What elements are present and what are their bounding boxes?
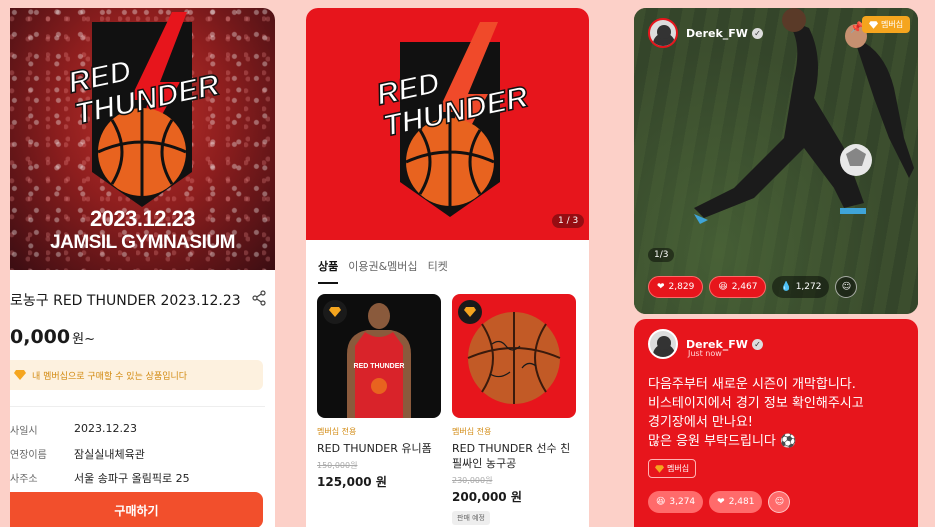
- membership-badge: 멤버십: [862, 16, 911, 33]
- shop-tabs: 상품 이용권&멤버십 티켓: [318, 258, 448, 284]
- author-name: Derek_FW: [686, 26, 748, 40]
- diamond-icon: [329, 307, 341, 317]
- reaction-laugh[interactable]: 😆 3,274: [648, 491, 704, 513]
- reaction-bar: ❤ 2,829 😆 2,467 💧 1,272 ☺: [648, 276, 858, 298]
- laugh-emoji-icon: 😆: [718, 282, 728, 292]
- product-card-signed-ball[interactable]: 멤버십 전용 RED THUNDER 선수 친필싸인 농구공 230,000원 …: [452, 294, 576, 525]
- product-name: RED THUNDER 선수 친필싸인 농구공: [452, 442, 571, 470]
- avatar[interactable]: [648, 329, 678, 359]
- product-tag: 멤버십 전용: [452, 427, 492, 436]
- soccer-training-photo: [634, 8, 918, 314]
- membership-badge: 멤버십: [648, 459, 697, 478]
- membership-badge: [458, 300, 482, 324]
- image-counter: 1 / 3: [552, 214, 585, 228]
- original-price: 230,000원: [452, 476, 493, 485]
- add-reaction-button[interactable]: ☺: [768, 491, 791, 513]
- divider: [10, 406, 265, 407]
- pin-icon: 📌: [850, 21, 864, 34]
- poster-venue: JAMSIL GYMNASIUM: [50, 232, 235, 253]
- share-icon[interactable]: [251, 290, 267, 306]
- heart-icon: ❤: [657, 282, 665, 292]
- red-thunder-logo: RED THUNDER: [373, 22, 532, 217]
- sale-price: 125,000 원: [317, 475, 387, 489]
- reaction-laugh[interactable]: 😆 2,467: [709, 276, 767, 298]
- info-row-address: 사주소 서울 송파구 올림픽로 25: [10, 472, 190, 485]
- poster-date: 2023.12.23: [89, 206, 196, 231]
- product-name: RED THUNDER 유니폼: [317, 442, 432, 455]
- product-image: [452, 294, 576, 418]
- heart-icon: ❤: [717, 497, 725, 507]
- event-title: 로농구 RED THUNDER 2023.12.23: [10, 293, 241, 309]
- product-tag: 멤버십 전용: [317, 427, 357, 436]
- text-post-card[interactable]: Derek_FW ✓ Just now 다음주부터 새로운 시즌이 개막합니다.…: [634, 319, 918, 527]
- event-detail-panel: RED THUNDER 2023.12.23 JAMSIL GYMNASIUM …: [10, 8, 275, 527]
- sale-price: 200,000 원: [452, 490, 522, 504]
- membership-badge: [323, 300, 347, 324]
- verified-icon: ✓: [751, 27, 763, 39]
- post-author[interactable]: Derek_FW ✓: [648, 18, 763, 48]
- reaction-bar: 😆 3,274 ❤ 2,481 ☺: [648, 491, 791, 513]
- diamond-icon: [655, 464, 664, 473]
- verified-icon: ✓: [751, 338, 763, 350]
- info-row-venue: 연장이름 잠실실내체육관: [10, 448, 145, 461]
- product-image: RED THUNDER: [317, 294, 441, 418]
- add-emoji-icon: ☺: [774, 497, 785, 507]
- svg-text:RED THUNDER: RED THUNDER: [354, 363, 405, 370]
- post-time: Just now: [688, 349, 722, 358]
- buy-button[interactable]: 구매하기: [10, 492, 263, 527]
- tab-membership[interactable]: 이용권&멤버십: [348, 258, 417, 280]
- drop-icon: 💧: [780, 282, 792, 292]
- event-poster: RED THUNDER 2023.12.23 JAMSIL GYMNASIUM: [10, 8, 275, 270]
- laugh-emoji-icon: 😆: [656, 497, 666, 507]
- diamond-icon: [14, 370, 26, 380]
- coming-soon-badge: 판매 예정: [452, 511, 490, 525]
- image-counter: 1/3: [648, 248, 675, 262]
- diamond-icon: [464, 307, 476, 317]
- red-thunder-logo: RED THUNDER: [65, 12, 223, 207]
- event-price: 0,000 원~: [10, 326, 95, 348]
- reaction-heart[interactable]: ❤ 2,481: [709, 491, 763, 513]
- add-reaction-button[interactable]: ☺: [835, 276, 858, 298]
- avatar[interactable]: [648, 18, 678, 48]
- original-price: 150,000원: [317, 461, 358, 470]
- post-body: 다음주부터 새로운 시즌이 개막합니다. 비스테이지에서 경기 정보 확인해주시…: [648, 377, 864, 449]
- reaction-drop[interactable]: 💧 1,272: [772, 276, 830, 298]
- tab-tickets[interactable]: 티켓: [428, 258, 448, 280]
- shop-panel: RED THUNDER 1 / 3 상품 이용권&멤버십 티켓 RED THUN…: [306, 8, 589, 527]
- reaction-heart[interactable]: ❤ 2,829: [648, 276, 704, 298]
- shop-hero-banner[interactable]: RED THUNDER 1 / 3: [306, 8, 589, 240]
- add-emoji-icon: ☺: [841, 282, 852, 292]
- product-card-uniform[interactable]: RED THUNDER 멤버십 전용 RED THUNDER 유니폼 150,0…: [317, 294, 441, 490]
- tab-products[interactable]: 상품: [318, 258, 339, 284]
- info-row-date: 사일시 2023.12.23: [10, 422, 137, 437]
- membership-notice: 내 멤버십으로 구매할 수 있는 상품입니다: [10, 360, 263, 390]
- diamond-icon: [869, 20, 878, 29]
- media-post-card[interactable]: Derek_FW ✓ 📌 멤버십 1/3 ❤ 2,829 😆 2,467 💧 1…: [634, 8, 918, 314]
